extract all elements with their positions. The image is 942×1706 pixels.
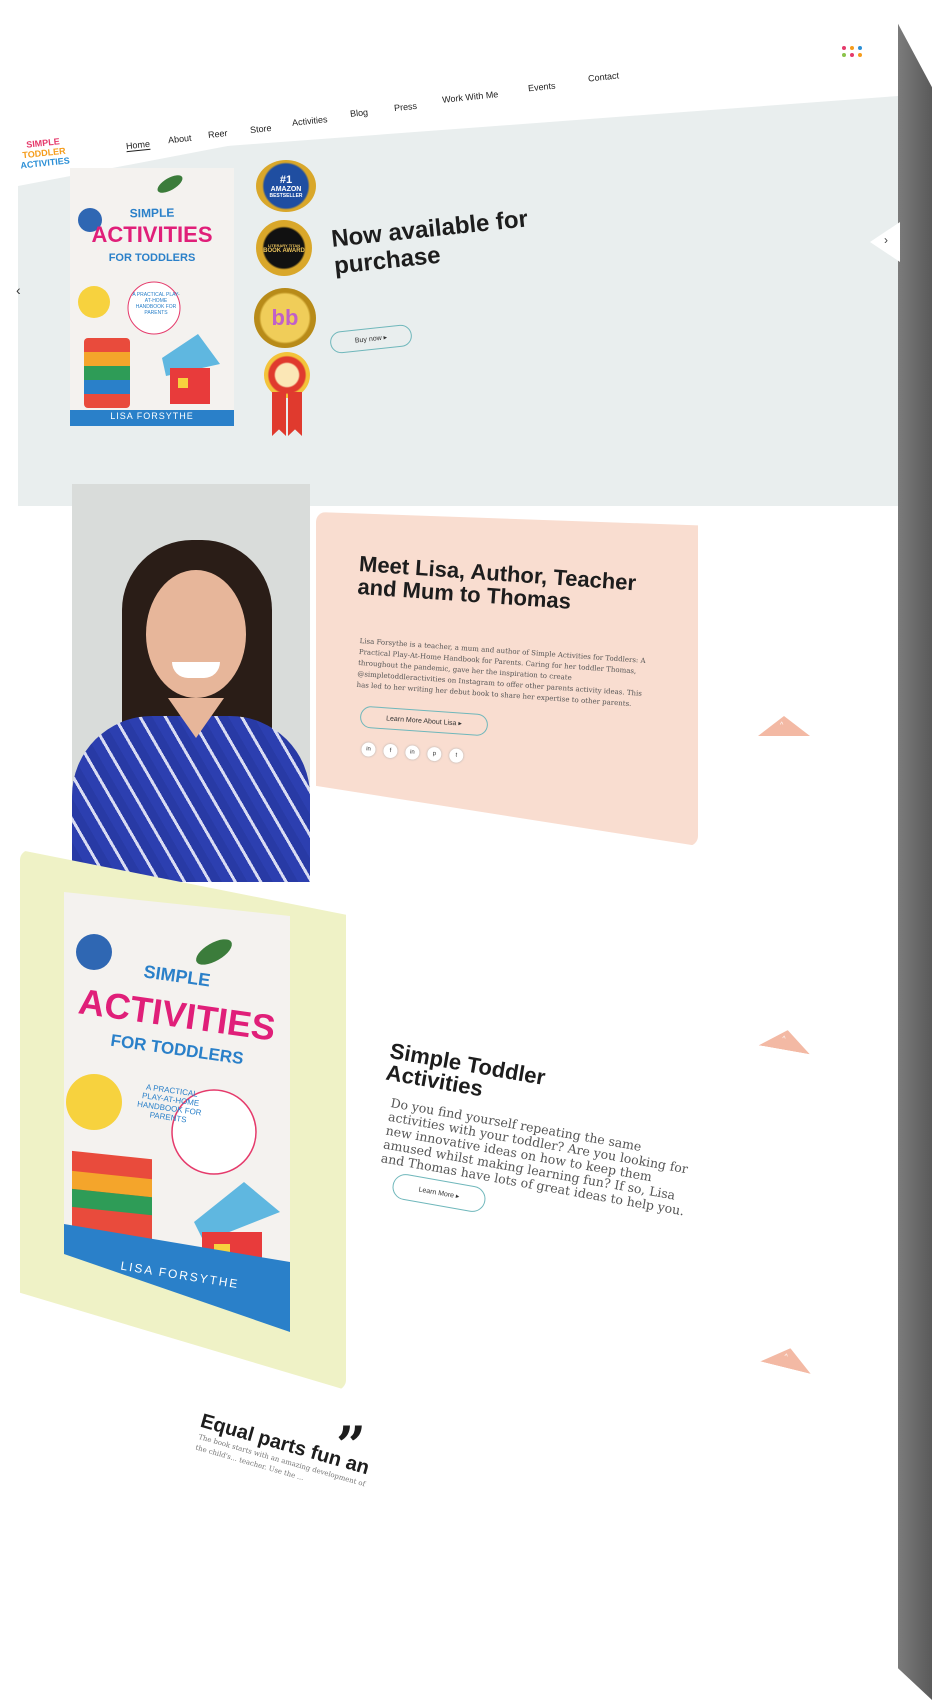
- nav-contact[interactable]: Contact: [588, 70, 620, 83]
- facebook-icon[interactable]: f: [382, 743, 398, 759]
- twitter-icon[interactable]: t: [448, 748, 464, 764]
- grid-menu-icon[interactable]: [842, 46, 864, 60]
- nav-events[interactable]: Events: [528, 81, 556, 94]
- hero-book-title-simple: SIMPLE: [129, 205, 175, 221]
- hero-book-subtitle: A PRACTICAL PLAY-AT-HOME HANDBOOK FOR PA…: [132, 292, 180, 316]
- chevron-up-icon-3: ^: [783, 1353, 789, 1361]
- nav-blog[interactable]: Blog: [350, 107, 369, 119]
- main-nav: Home About Reer Store Activities Blog Pr…: [120, 62, 680, 162]
- linkedin-icon[interactable]: in: [404, 745, 420, 761]
- nav-home[interactable]: Home: [125, 138, 151, 153]
- hero-book-author: LISA FORSYTHE: [110, 411, 194, 421]
- chevron-right-icon: ›: [884, 233, 888, 247]
- nav-activities[interactable]: Activities: [292, 114, 328, 128]
- amazon-bestseller-badge: #1 AMAZON BESTSELLER: [256, 160, 316, 212]
- slider-prev-icon[interactable]: ‹: [16, 282, 30, 304]
- lisa-portrait-photo: [72, 484, 310, 882]
- nav-store[interactable]: Store: [250, 123, 272, 135]
- ribbon-award-icon: [264, 352, 310, 436]
- page-3d-edge: [896, 20, 932, 1700]
- site-logo[interactable]: SIMPLE TODDLER ACTIVITIES: [15, 135, 74, 171]
- nav-about[interactable]: About: [168, 133, 192, 145]
- hero-book-title-for: FOR TODDLERS: [108, 252, 196, 264]
- chevron-up-icon: ^: [780, 722, 784, 729]
- nav-reer[interactable]: Reer: [208, 128, 228, 140]
- award-seal-badge: bb: [254, 288, 316, 348]
- nav-press[interactable]: Press: [394, 101, 418, 113]
- literary-titan-badge: LITERARY TITAN BOOK AWARD: [256, 220, 312, 276]
- pinterest-icon[interactable]: p: [426, 746, 442, 762]
- nav-work-with-me[interactable]: Work With Me: [442, 89, 499, 105]
- hero-book-title-activities: ACTIVITIES: [91, 222, 213, 247]
- chevron-up-icon-2: ^: [781, 1035, 787, 1043]
- instagram-icon[interactable]: in: [361, 742, 376, 757]
- quote-mark-icon: ”: [336, 1416, 366, 1477]
